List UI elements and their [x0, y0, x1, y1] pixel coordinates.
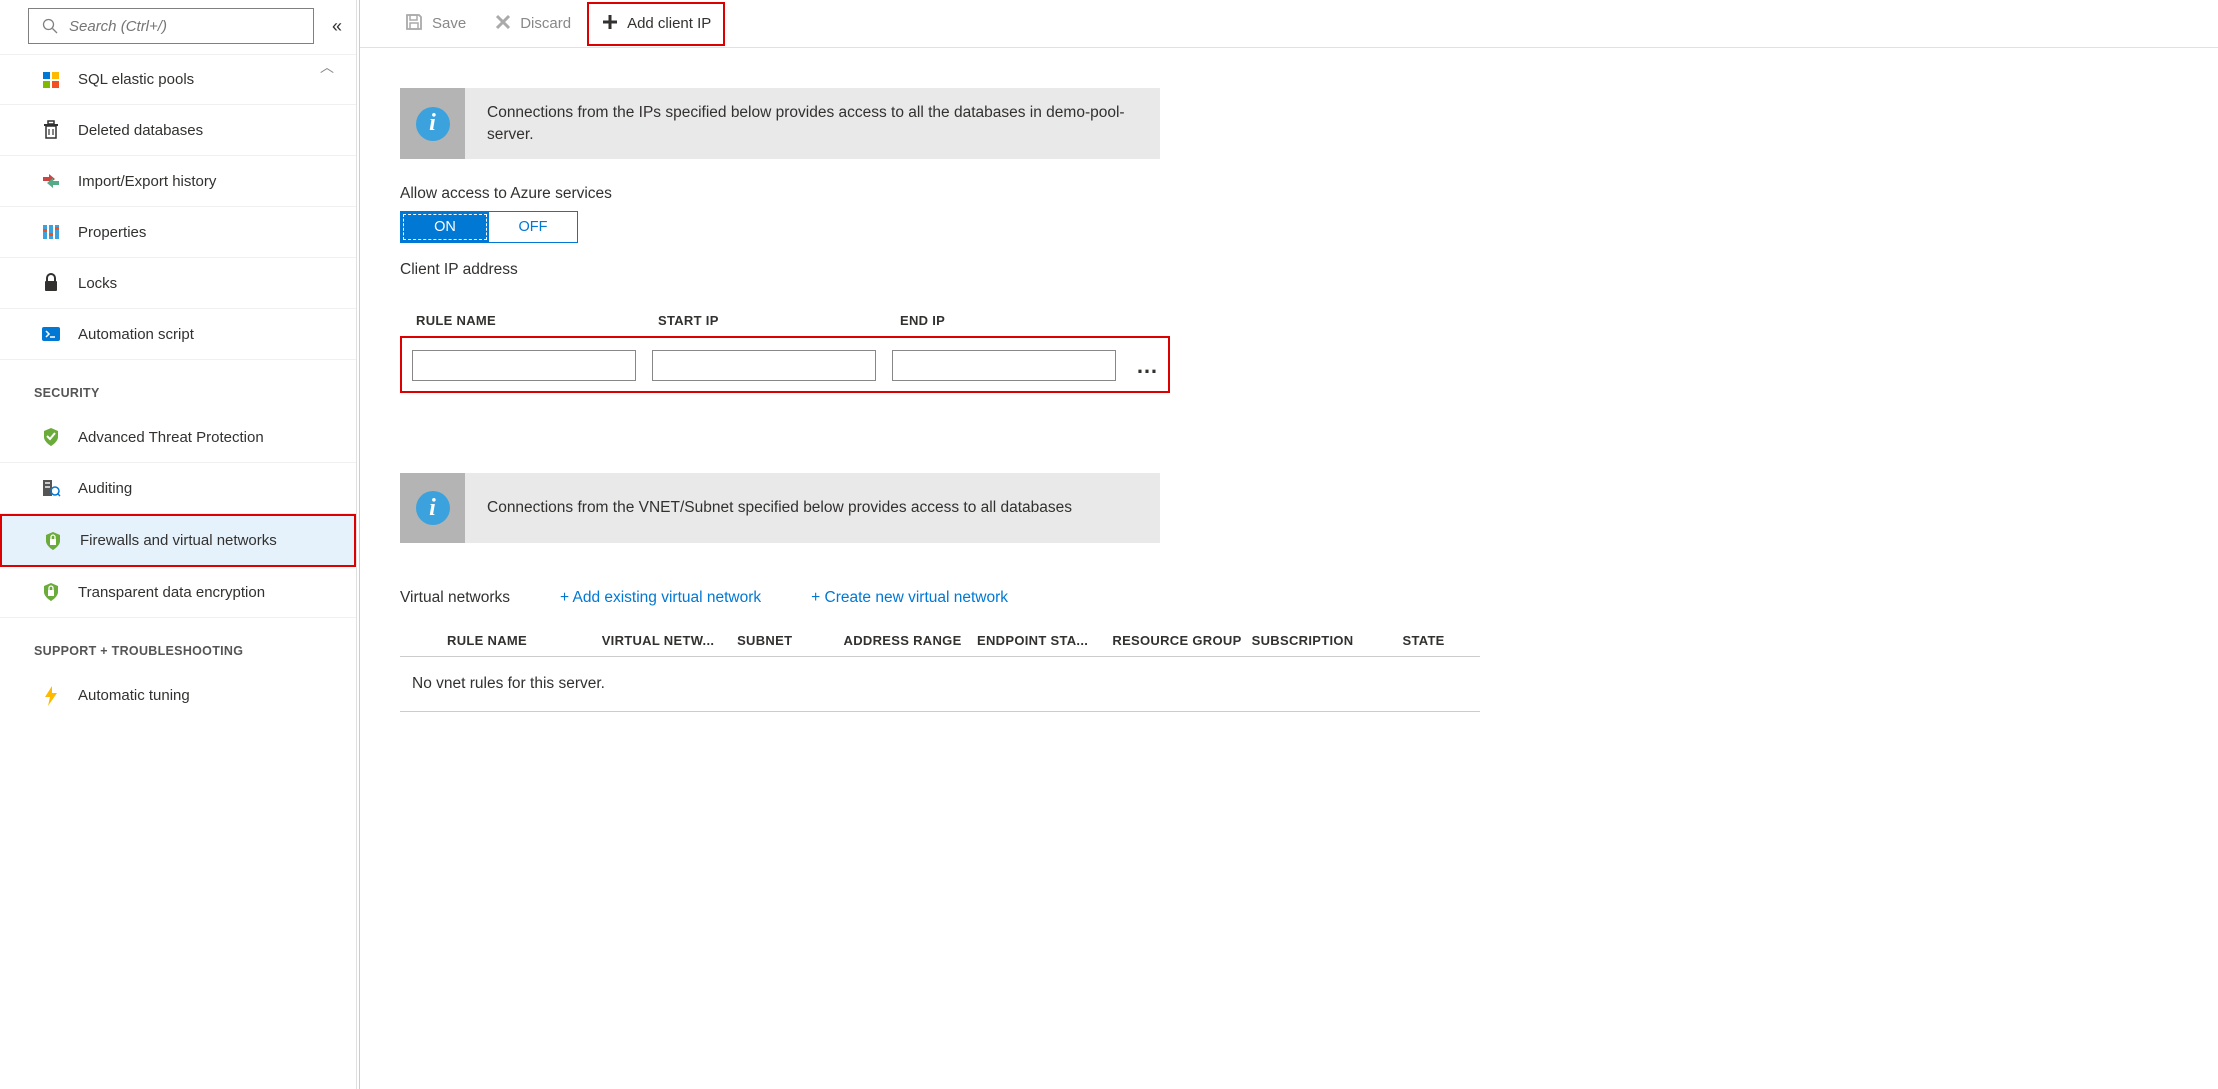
plus-icon [601, 13, 619, 35]
properties-icon [40, 221, 62, 243]
search-box[interactable] [28, 8, 314, 44]
info-icon-box: i [400, 473, 465, 543]
info-text: Connections from the VNET/Subnet specifi… [465, 473, 1160, 543]
toolbar: Save Discard Add client IP [360, 0, 2218, 48]
sidebar-section-support: SUPPORT + TROUBLESHOOTING [0, 618, 356, 670]
allow-azure-toggle[interactable]: ON OFF [400, 211, 578, 243]
sidebar-nav[interactable]: ︿ SQL elastic pools Deleted databases Im… [0, 54, 356, 1089]
firewall-rule-row: … [400, 336, 1170, 393]
header-rule-name: RULE NAME [400, 633, 602, 648]
toggle-off[interactable]: OFF [489, 212, 577, 242]
sidebar-item-label: SQL elastic pools [78, 71, 194, 88]
virtual-networks-label: Virtual networks [400, 589, 510, 607]
sidebar-item-label: Advanced Threat Protection [78, 429, 264, 446]
sidebar-item-automation-script[interactable]: Automation script [0, 309, 356, 360]
import-export-icon [40, 170, 62, 192]
sidebar-item-label: Automation script [78, 326, 194, 343]
firewall-rule-headers: RULE NAME START IP END IP [400, 313, 2218, 328]
elastic-pools-icon [40, 69, 62, 91]
trash-icon [40, 119, 62, 141]
search-row: « [0, 8, 356, 54]
header-endpoint-status: ENDPOINT STA... [977, 633, 1112, 648]
allow-azure-label: Allow access to Azure services [400, 185, 2218, 203]
sidebar-item-auditing[interactable]: Auditing [0, 463, 356, 514]
collapse-sidebar-button[interactable]: « [332, 16, 346, 37]
sidebar-item-firewalls-and-virtual-networks[interactable]: Firewalls and virtual networks [0, 514, 356, 567]
shield-lock-icon [42, 530, 64, 552]
add-client-ip-button[interactable]: Add client IP [587, 2, 725, 46]
content: i Connections from the IPs specified bel… [360, 48, 2218, 1089]
vnet-table-header: RULE NAME VIRTUAL NETW... SUBNET ADDRESS… [400, 633, 1480, 657]
info-icon: i [416, 107, 450, 141]
lock-icon [40, 272, 62, 294]
header-address-range: ADDRESS RANGE [844, 633, 977, 648]
sidebar-item-label: Transparent data encryption [78, 584, 265, 601]
script-icon [40, 323, 62, 345]
header-resource-group: RESOURCE GROUP [1112, 633, 1251, 648]
main-pane: Save Discard Add client IP i Connections… [360, 0, 2218, 1089]
vnet-header-row: Virtual networks + Add existing virtual … [400, 589, 2218, 607]
discard-button[interactable]: Discard [482, 4, 583, 44]
close-icon [494, 13, 512, 35]
sidebar-item-label: Properties [78, 224, 146, 241]
search-input[interactable] [69, 18, 303, 35]
vnet-empty-message: No vnet rules for this server. [400, 657, 1480, 712]
header-state: STATE [1402, 633, 1480, 648]
sidebar-item-deleted-databases[interactable]: Deleted databases [0, 105, 356, 156]
rule-name-input[interactable] [412, 350, 636, 381]
bolt-icon [40, 685, 62, 707]
sidebar-item-label: Firewalls and virtual networks [80, 532, 277, 549]
search-icon [39, 15, 61, 37]
add-client-ip-label: Add client IP [627, 15, 711, 32]
info-banner-vnet: i Connections from the VNET/Subnet speci… [400, 473, 1160, 543]
auditing-icon [40, 477, 62, 499]
sidebar-item-advanced-threat-protection[interactable]: Advanced Threat Protection [0, 412, 356, 463]
header-rule-name: RULE NAME [416, 313, 642, 328]
info-icon-box: i [400, 88, 465, 159]
header-virtual-network: VIRTUAL NETW... [602, 633, 737, 648]
create-new-vnet-link[interactable]: + Create new virtual network [811, 589, 1008, 607]
vnet-table: RULE NAME VIRTUAL NETW... SUBNET ADDRESS… [400, 633, 1480, 712]
save-label: Save [432, 15, 466, 32]
more-actions-button[interactable]: … [1132, 361, 1160, 371]
sidebar-item-label: Auditing [78, 480, 132, 497]
sidebar-item-label: Import/Export history [78, 173, 216, 190]
header-subscription: SUBSCRIPTION [1252, 633, 1403, 648]
sidebar-item-properties[interactable]: Properties [0, 207, 356, 258]
info-banner-ips: i Connections from the IPs specified bel… [400, 88, 1160, 159]
sidebar-item-import-export-history[interactable]: Import/Export history [0, 156, 356, 207]
discard-label: Discard [520, 15, 571, 32]
end-ip-input[interactable] [892, 350, 1116, 381]
sidebar-section-security: SECURITY [0, 360, 356, 412]
sidebar: « ︿ SQL elastic pools Deleted databases … [0, 0, 357, 1089]
sidebar-item-locks[interactable]: Locks [0, 258, 356, 309]
info-text: Connections from the IPs specified below… [465, 88, 1160, 159]
info-icon: i [416, 491, 450, 525]
header-subnet: SUBNET [737, 633, 843, 648]
sidebar-item-label: Automatic tuning [78, 687, 190, 704]
header-end-ip: END IP [900, 313, 1126, 328]
save-icon [404, 12, 424, 36]
sidebar-item-automatic-tuning[interactable]: Automatic tuning [0, 670, 356, 721]
client-ip-label: Client IP address [400, 261, 2218, 279]
shield-check-icon [40, 426, 62, 448]
sidebar-item-label: Deleted databases [78, 122, 203, 139]
sidebar-item-label: Locks [78, 275, 117, 292]
save-button[interactable]: Save [392, 4, 478, 44]
shield-lock-icon [40, 581, 62, 603]
add-existing-vnet-link[interactable]: + Add existing virtual network [560, 589, 761, 607]
sidebar-item-transparent-data-encryption[interactable]: Transparent data encryption [0, 567, 356, 618]
header-start-ip: START IP [658, 313, 884, 328]
toggle-on[interactable]: ON [401, 212, 489, 242]
start-ip-input[interactable] [652, 350, 876, 381]
sidebar-item-sql-elastic-pools[interactable]: SQL elastic pools [0, 54, 356, 105]
